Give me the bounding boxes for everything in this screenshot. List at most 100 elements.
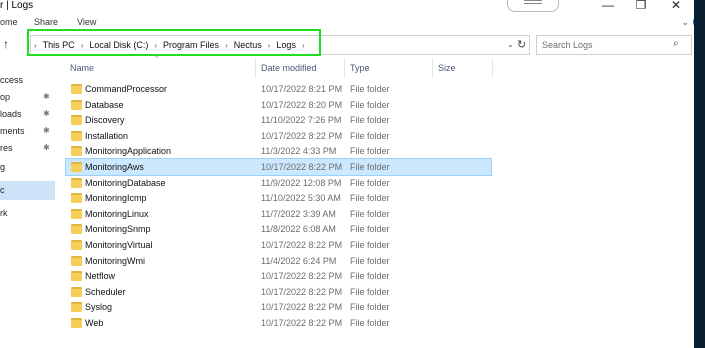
table-row[interactable]: Web 10/17/2022 8:22 PM File folder <box>66 315 491 331</box>
ribbon-expand-chevron-icon[interactable]: ⌄ <box>681 17 689 28</box>
file-name: Database <box>85 99 124 110</box>
table-row[interactable]: Installation 10/17/2022 8:22 PM File folde… <box>66 128 491 144</box>
file-type: File folder <box>350 302 390 313</box>
file-type: File folder <box>350 240 390 250</box>
folder-icon <box>71 193 82 204</box>
column-header-size[interactable]: Size <box>438 63 456 73</box>
file-type: File folder <box>350 224 390 235</box>
sidebar-item-network[interactable]: rk <box>0 208 8 218</box>
pin-icon: ✱ <box>43 109 50 118</box>
folder-icon <box>71 208 82 219</box>
table-row[interactable]: MonitoringAws 10/17/2022 8:22 PM File fold… <box>65 158 492 176</box>
table-row[interactable]: MonitoringIcmp 11/10/2022 5:30 AM File fol… <box>66 190 491 206</box>
file-name: CommandProcessor <box>85 84 168 94</box>
sidebar-item-pictures[interactable]: res <box>0 143 13 153</box>
folder-icon <box>71 318 82 328</box>
folder-icon <box>71 115 82 126</box>
folder-icon <box>71 302 82 313</box>
up-arrow-icon[interactable]: ↑ <box>3 37 9 51</box>
file-name: MonitoringLinux <box>85 208 149 219</box>
file-date: 11/7/2022 3:39 AM <box>261 208 336 219</box>
folder-icon <box>71 286 82 297</box>
file-name: Installation <box>85 130 129 141</box>
table-row[interactable]: Discovery 11/10/2022 7:26 PM File folder <box>66 112 491 128</box>
file-type: File folder <box>350 115 390 126</box>
file-date: 11/10/2022 5:30 AM <box>261 193 341 204</box>
file-date: 10/17/2022 8:22 PM <box>261 286 343 297</box>
file-name: Discovery <box>85 115 125 126</box>
column-divider[interactable] <box>344 58 345 78</box>
column-divider[interactable] <box>492 58 493 78</box>
file-name: Netflow <box>85 271 116 282</box>
folder-icon <box>71 177 82 188</box>
sort-caret-icon: ^ <box>155 54 159 63</box>
file-name: Syslog <box>85 302 113 313</box>
folder-icon <box>71 146 82 157</box>
address-highlight-box <box>27 29 321 56</box>
file-date: 11/4/2022 6:24 PM <box>261 255 337 266</box>
file-type: File folder <box>350 84 390 94</box>
column-header-name[interactable]: Name <box>70 63 94 73</box>
tab-home[interactable]: ome <box>0 17 18 27</box>
file-date: 10/17/2022 8:22 PM <box>261 302 343 313</box>
table-row[interactable]: CommandProcessor 10/17/2022 8:21 PM File f… <box>66 81 491 97</box>
file-date: 10/17/2022 8:22 PM <box>261 271 343 282</box>
sidebar-item-documents[interactable]: ments <box>0 126 25 136</box>
column-divider[interactable] <box>255 58 256 78</box>
file-name: MonitoringSnmp <box>85 224 151 235</box>
file-date: 10/17/2022 8:20 PM <box>261 99 343 110</box>
file-type: File folder <box>350 286 390 297</box>
file-type: File folder <box>350 177 390 188</box>
minimize-button[interactable]: — <box>593 0 623 12</box>
address-dropdown-chevron-icon[interactable]: ⌄ <box>507 40 514 49</box>
file-date: 11/8/2022 6:08 AM <box>261 224 336 235</box>
sidebar-item-log[interactable]: g <box>0 162 5 172</box>
file-type: File folder <box>350 130 390 141</box>
search-icon[interactable]: ⌕ <box>673 38 679 49</box>
file-name: MonitoringApplication <box>85 146 172 157</box>
table-row[interactable]: Netflow 10/17/2022 8:22 PM File folder <box>66 268 491 284</box>
file-date: 10/17/2022 8:22 PM <box>261 240 343 250</box>
table-row[interactable]: MonitoringSnmp 11/8/2022 6:08 AM File fold… <box>66 221 491 237</box>
sidebar-item-desktop[interactable]: op <box>0 92 10 102</box>
file-name: MonitoringDatabase <box>85 177 166 188</box>
file-date: 10/17/2022 8:22 PM <box>261 162 343 172</box>
table-row[interactable]: Syslog 10/17/2022 8:22 PM File folder <box>66 299 491 315</box>
file-type: File folder <box>350 255 390 266</box>
sidebar-item-quick-access[interactable]: ccess <box>0 75 23 85</box>
file-type: File folder <box>350 99 390 110</box>
pin-icon: ✱ <box>43 143 50 152</box>
file-date: 11/3/2022 4:33 PM <box>261 146 337 157</box>
refresh-icon[interactable]: ↻ <box>517 38 526 51</box>
maximize-button[interactable]: ❐ <box>626 0 656 12</box>
window-title: r | Logs <box>0 0 34 11</box>
folder-icon <box>71 255 82 266</box>
file-date: 10/17/2022 8:22 PM <box>261 130 343 141</box>
pin-icon: ✱ <box>43 92 50 101</box>
column-header-type[interactable]: Type <box>350 63 370 73</box>
view-toggle-button[interactable] <box>507 0 559 12</box>
file-type: File folder <box>350 146 390 157</box>
sidebar-item-downloads[interactable]: loads <box>0 109 22 119</box>
table-row[interactable]: MonitoringApplication 11/3/2022 4:33 PM Fi… <box>66 143 491 159</box>
file-name: MonitoringVirtual <box>85 240 153 250</box>
column-header-date[interactable]: Date modified <box>261 63 317 73</box>
folder-icon <box>71 224 82 235</box>
column-divider[interactable] <box>432 58 433 78</box>
table-row[interactable]: Scheduler 10/17/2022 8:22 PM File folder <box>66 284 491 300</box>
file-type: File folder <box>350 208 390 219</box>
table-row[interactable]: MonitoringWmi 11/4/2022 6:24 PM File folde… <box>66 253 491 269</box>
table-row[interactable]: MonitoringDatabase 11/9/2022 12:08 PM File… <box>66 175 491 191</box>
folder-icon <box>71 240 82 250</box>
folder-icon <box>71 162 82 172</box>
sidebar-item-this-pc[interactable]: c <box>0 185 5 195</box>
menu-lines-icon <box>524 0 542 1</box>
search-input[interactable]: Search Logs <box>542 40 593 50</box>
file-type: File folder <box>350 271 390 282</box>
table-row[interactable]: MonitoringVirtual 10/17/2022 8:22 PM File … <box>66 237 491 253</box>
tab-view[interactable]: View <box>77 17 96 27</box>
close-button[interactable]: ✕ <box>661 0 691 12</box>
table-row[interactable]: MonitoringLinux 11/7/2022 3:39 AM File fol… <box>66 206 491 222</box>
table-row[interactable]: Database 10/17/2022 8:20 PM File folder <box>66 97 491 113</box>
tab-share[interactable]: Share <box>34 17 58 27</box>
